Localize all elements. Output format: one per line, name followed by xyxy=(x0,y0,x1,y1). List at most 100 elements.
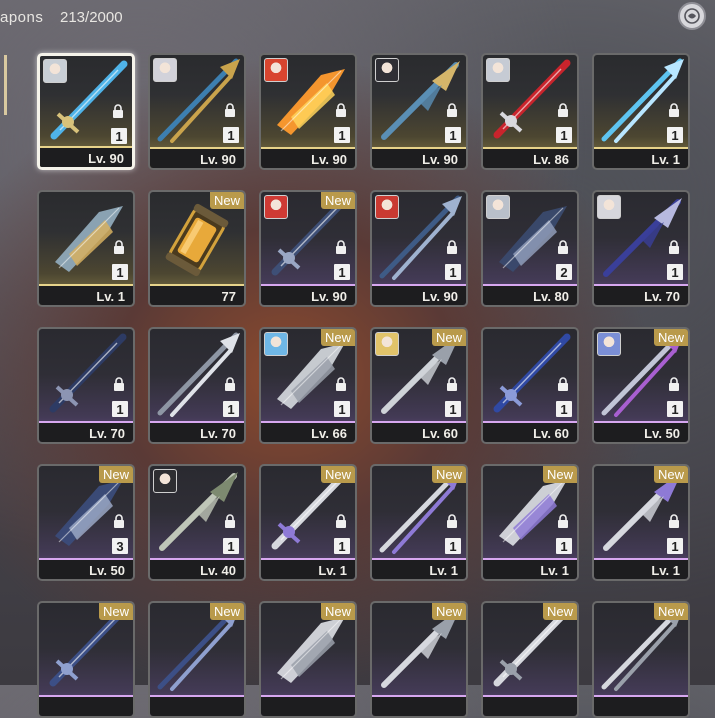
level-label: Lv. 70 xyxy=(39,421,133,442)
new-badge: New xyxy=(320,466,355,483)
level-label: 77 xyxy=(150,284,244,305)
lock-icon[interactable] xyxy=(335,240,347,254)
lock-icon[interactable] xyxy=(113,514,125,528)
lock-icon[interactable] xyxy=(557,240,569,254)
weapon-card[interactable]: 2 Lv. 80 xyxy=(481,190,579,307)
weapon-card[interactable]: New 3 Lv. 50 xyxy=(37,464,135,581)
quantity-badge: 1 xyxy=(223,127,239,143)
level-label: Lv. 1 xyxy=(594,147,688,168)
character-avatar xyxy=(153,469,177,493)
weapon-card[interactable]: New 1 Lv. 90 xyxy=(259,190,357,307)
quantity-badge: 1 xyxy=(111,128,127,144)
lock-icon[interactable] xyxy=(335,103,347,117)
level-label: Lv. 50 xyxy=(39,558,133,579)
level-label: Lv. 90 xyxy=(372,147,466,168)
quantity-badge: 1 xyxy=(445,538,461,554)
level-label: Lv. 1 xyxy=(261,558,355,579)
level-label xyxy=(261,695,355,716)
weapon-card[interactable]: New 1 Lv. 1 xyxy=(592,464,690,581)
weapon-card[interactable]: New 1 Lv. 1 xyxy=(259,464,357,581)
lock-icon[interactable] xyxy=(446,377,458,391)
level-label: Lv. 90 xyxy=(261,147,355,168)
lock-icon[interactable] xyxy=(668,103,680,117)
weapon-card[interactable]: New xyxy=(481,601,579,718)
lock-icon[interactable] xyxy=(557,514,569,528)
lock-icon[interactable] xyxy=(335,377,347,391)
lock-icon[interactable] xyxy=(557,377,569,391)
new-badge: New xyxy=(98,603,133,620)
weapon-card[interactable]: New 1 Lv. 60 xyxy=(370,327,468,444)
weapon-card[interactable]: 1 Lv. 90 xyxy=(148,53,246,170)
lock-icon[interactable] xyxy=(557,103,569,117)
new-badge: New xyxy=(98,466,133,483)
weapon-card[interactable]: 1 Lv. 1 xyxy=(592,53,690,170)
new-badge: New xyxy=(431,329,466,346)
level-label: Lv. 1 xyxy=(594,558,688,579)
weapon-card[interactable]: 1 Lv. 90 xyxy=(37,53,135,170)
weapon-card[interactable]: New xyxy=(37,601,135,718)
weapon-card[interactable]: New 77 xyxy=(148,190,246,307)
lock-icon[interactable] xyxy=(113,377,125,391)
character-avatar xyxy=(597,332,621,356)
quantity-badge: 1 xyxy=(112,264,128,280)
sort-button[interactable] xyxy=(678,2,706,30)
new-badge: New xyxy=(653,329,688,346)
inventory-title: apons xyxy=(0,9,44,26)
lock-icon[interactable] xyxy=(224,103,236,117)
lock-icon[interactable] xyxy=(335,514,347,528)
quantity-badge: 1 xyxy=(223,538,239,554)
lock-icon[interactable] xyxy=(224,377,236,391)
weapon-card[interactable]: New 1 Lv. 66 xyxy=(259,327,357,444)
weapon-card[interactable]: 1 Lv. 70 xyxy=(148,327,246,444)
lock-icon[interactable] xyxy=(446,103,458,117)
weapon-card[interactable]: New 1 Lv. 50 xyxy=(592,327,690,444)
quantity-badge: 1 xyxy=(445,401,461,417)
inventory-count: 213/2000 xyxy=(60,9,123,26)
weapon-card[interactable]: 1 Lv. 90 xyxy=(259,53,357,170)
lock-icon[interactable] xyxy=(446,240,458,254)
weapon-card[interactable]: New xyxy=(259,601,357,718)
character-avatar xyxy=(153,58,177,82)
quantity-badge: 1 xyxy=(334,127,350,143)
weapon-card[interactable]: 1 Lv. 40 xyxy=(148,464,246,581)
weapon-card[interactable]: 1 Lv. 1 xyxy=(37,190,135,307)
lock-icon[interactable] xyxy=(113,240,125,254)
level-label: Lv. 50 xyxy=(594,421,688,442)
level-label xyxy=(150,695,244,716)
quantity-badge: 1 xyxy=(223,401,239,417)
lock-icon[interactable] xyxy=(112,104,124,118)
weapon-card[interactable]: New xyxy=(370,601,468,718)
weapon-card[interactable]: New 1 Lv. 1 xyxy=(370,464,468,581)
quantity-badge: 1 xyxy=(667,264,683,280)
lock-icon[interactable] xyxy=(668,514,680,528)
character-avatar xyxy=(486,58,510,82)
weapon-card[interactable]: 1 Lv. 70 xyxy=(37,327,135,444)
quantity-badge: 1 xyxy=(334,538,350,554)
new-badge: New xyxy=(209,603,244,620)
new-badge: New xyxy=(542,603,577,620)
lock-icon[interactable] xyxy=(446,514,458,528)
weapon-card[interactable]: New xyxy=(592,601,690,718)
quantity-badge: 1 xyxy=(445,127,461,143)
character-avatar xyxy=(264,332,288,356)
lock-icon[interactable] xyxy=(668,240,680,254)
quantity-badge: 1 xyxy=(556,401,572,417)
weapon-card[interactable]: 1 Lv. 90 xyxy=(370,190,468,307)
new-badge: New xyxy=(542,466,577,483)
weapon-card[interactable]: New 1 Lv. 1 xyxy=(481,464,579,581)
lock-icon[interactable] xyxy=(224,514,236,528)
weapon-card[interactable]: 1 Lv. 90 xyxy=(370,53,468,170)
character-avatar xyxy=(375,58,399,82)
new-badge: New xyxy=(320,192,355,209)
lock-icon[interactable] xyxy=(668,377,680,391)
quantity-badge: 1 xyxy=(667,127,683,143)
level-label: Lv. 90 xyxy=(372,284,466,305)
quantity-badge: 1 xyxy=(334,401,350,417)
new-badge: New xyxy=(431,466,466,483)
weapon-card[interactable]: 1 Lv. 86 xyxy=(481,53,579,170)
level-label xyxy=(372,695,466,716)
weapon-card[interactable]: New xyxy=(148,601,246,718)
weapon-card[interactable]: 1 Lv. 60 xyxy=(481,327,579,444)
character-avatar xyxy=(264,195,288,219)
weapon-card[interactable]: 1 Lv. 70 xyxy=(592,190,690,307)
